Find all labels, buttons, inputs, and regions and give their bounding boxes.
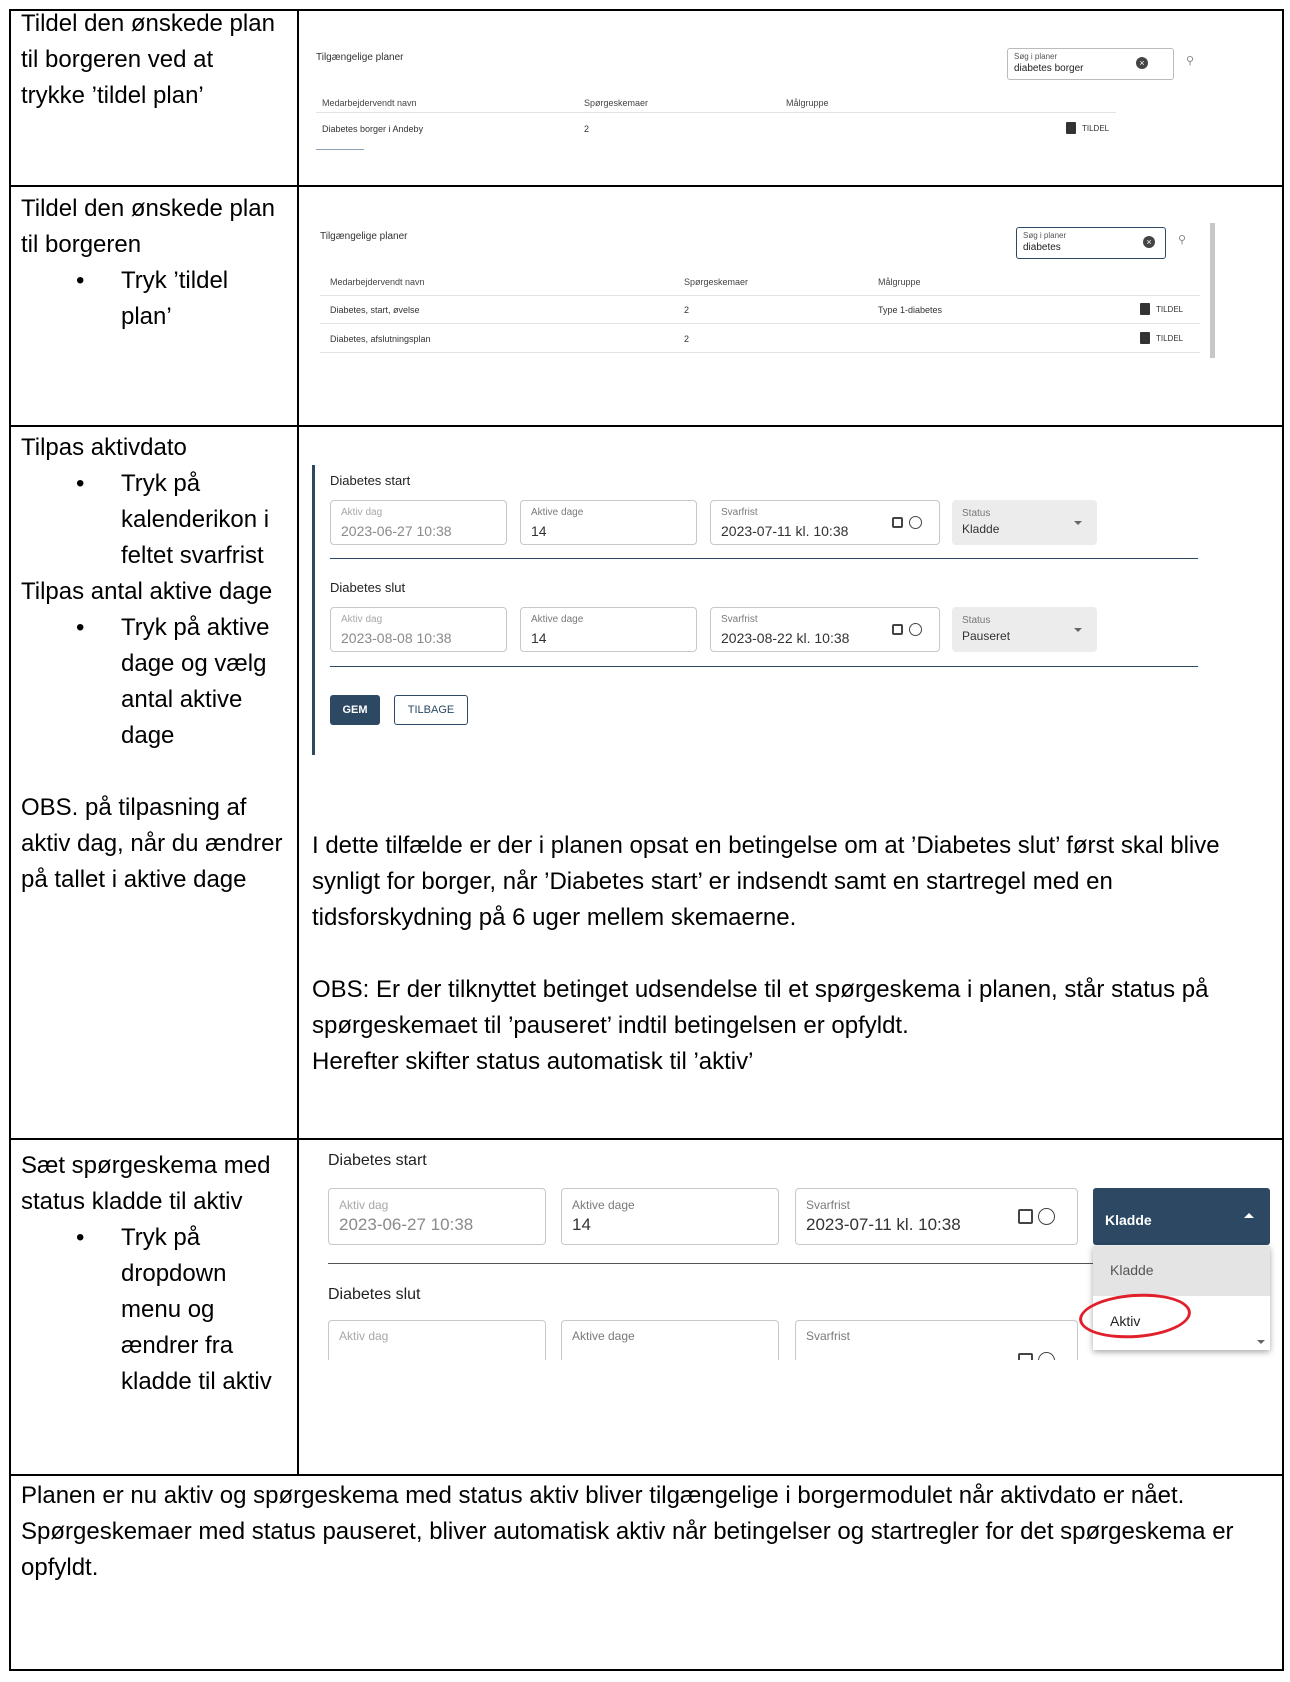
status-select[interactable]: Status Pauseret [952,607,1097,652]
column-header-name: Medarbejdervendt navn [322,98,417,108]
calendar-icon[interactable] [1018,1353,1033,1360]
calendar-icon[interactable] [892,624,903,635]
active-days-field[interactable]: Aktive dage [561,1320,779,1360]
form-title: Diabetes slut [330,580,406,595]
status-dropdown-demo: Diabetes start Aktiv dag 2023-06-27 10:3… [300,1140,1275,1360]
footer-text: Planen er nu aktiv og spørgeskema med st… [21,1482,1234,1581]
status-select[interactable]: Status Kladde [952,500,1097,545]
clipboard-icon [1140,303,1150,315]
active-days-field[interactable]: Aktive dage 14 [520,500,697,545]
assign-button[interactable]: TILDEL [1082,124,1109,133]
assign-button[interactable]: TILDEL [1156,334,1183,343]
clipboard-icon [1140,332,1150,344]
calendar-icon[interactable] [892,517,903,528]
clear-icon[interactable]: × [1136,57,1148,69]
form-title: Diabetes slut [328,1286,421,1303]
save-button[interactable]: GEM [330,695,380,725]
form-accent-bar [312,465,315,755]
active-day-field[interactable]: Aktiv dag 2023-08-08 10:38 [330,607,507,652]
column-header-count: Spørgeskemaer [684,277,749,287]
form-title: Diabetes start [330,473,411,488]
clock-icon[interactable] [1038,1208,1055,1225]
clock-icon[interactable] [909,623,922,636]
form-title: Diabetes start [328,1152,427,1169]
chevron-down-icon [1257,1340,1265,1344]
chevron-down-icon [1074,628,1082,632]
active-days-field[interactable]: Aktive dage 14 [561,1188,779,1245]
clear-icon[interactable]: × [1143,236,1155,248]
column-header-name: Medarbejdervendt navn [330,277,425,287]
search-icon[interactable]: ⚲ [1186,54,1194,67]
active-day-field[interactable]: Aktiv dag 2023-06-27 10:38 [330,500,507,545]
row1-instruction: Tildel den ønskede plan til borgeren ved… [21,10,275,109]
deadline-field[interactable]: Svarfrist 2023-08-22 kl. 10:38 [710,607,940,652]
deadline-field[interactable]: Svarfrist [795,1320,1078,1360]
row3-explanation: I dette tilfælde er der i planen opsat e… [312,832,1220,1075]
available-plans-panel-2: Tilgængelige planer Søg i planer diabete… [300,205,1260,365]
active-day-field[interactable]: Aktiv dag [328,1320,546,1360]
deadline-field[interactable]: Svarfrist 2023-07-11 kl. 10:38 [795,1188,1078,1245]
active-day-field[interactable]: Aktiv dag 2023-06-27 10:38 [328,1188,546,1245]
calendar-icon[interactable] [1018,1209,1033,1224]
clock-icon[interactable] [909,516,922,529]
deadline-field[interactable]: Svarfrist 2023-07-11 kl. 10:38 [710,500,940,545]
search-input[interactable]: Søg i planer diabetes borger × [1007,48,1174,80]
active-days-field[interactable]: Aktive dage 14 [520,607,697,652]
column-header-group: Målgruppe [878,277,921,287]
panel-title: Tilgængelige planer [316,52,404,63]
search-icon[interactable]: ⚲ [1178,233,1186,246]
document-page: Tildel den ønskede plan til borgeren ved… [0,0,1290,1682]
column-header-count: Spørgeskemaer [584,98,649,108]
chevron-up-icon [1244,1213,1254,1218]
row3-instruction: Tilpas aktivdato Tryk på kalenderikon i … [21,430,286,898]
row2-instruction: Tildel den ønskede plan til borgeren Try… [21,191,281,335]
dropdown-option-kladde[interactable]: Kladde [1093,1246,1270,1296]
row4-instruction: Sæt spørgeskema med status kladde til ak… [21,1148,281,1400]
back-button[interactable]: TILBAGE [394,695,468,725]
panel-title: Tilgængelige planer [320,231,408,242]
scrollbar[interactable] [1210,223,1215,358]
assign-button[interactable]: TILDEL [1156,305,1183,314]
clipboard-icon [1066,122,1076,134]
chevron-down-icon [1074,521,1082,525]
clock-icon[interactable] [1038,1352,1055,1360]
status-select-open[interactable]: Kladde [1093,1188,1270,1245]
column-header-group: Målgruppe [786,98,829,108]
available-plans-panel-1: Tilgængelige planer Søg i planer diabete… [300,20,1240,170]
search-input[interactable]: Søg i planer diabetes × [1016,227,1166,259]
plan-edit-form: Diabetes start Aktiv dag 2023-06-27 10:3… [300,445,1260,765]
